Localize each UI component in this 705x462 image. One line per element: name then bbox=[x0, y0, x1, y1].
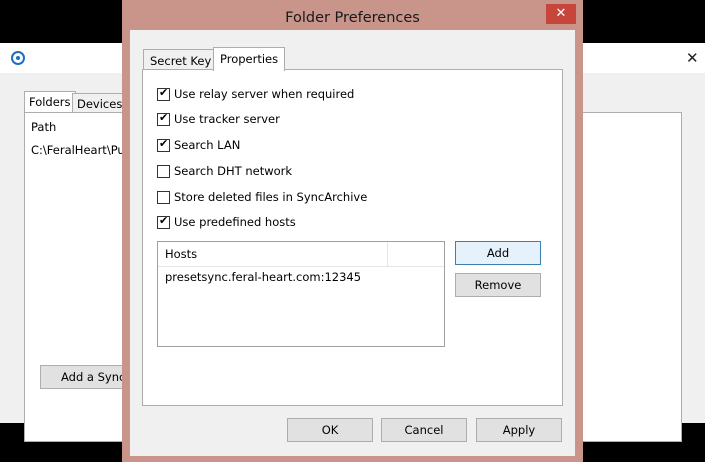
hosts-list-item[interactable]: presetsync.feral-heart.com:12345 bbox=[165, 270, 361, 284]
folder-preferences-dialog: Folder Preferences ✕ Secret Key Properti… bbox=[122, 0, 583, 462]
hosts-column-header[interactable]: Hosts bbox=[158, 242, 388, 266]
hosts-list[interactable]: Hosts presetsync.feral-heart.com:12345 bbox=[157, 241, 445, 347]
option-tracker-server[interactable]: Use tracker server bbox=[157, 111, 280, 127]
sync-app-icon bbox=[11, 51, 25, 65]
checkbox-sync-archive[interactable] bbox=[157, 190, 170, 204]
checkbox-predefined-hosts[interactable] bbox=[157, 214, 170, 229]
properties-panel: Use relay server when required Use track… bbox=[142, 69, 563, 406]
cancel-button[interactable]: Cancel bbox=[381, 418, 467, 442]
tab-secret-key[interactable]: Secret Key bbox=[143, 49, 219, 71]
checkbox-tracker-server[interactable] bbox=[157, 111, 170, 126]
checkbox-search-dht[interactable] bbox=[157, 164, 170, 178]
add-host-button[interactable]: Add bbox=[455, 241, 541, 265]
option-label: Search LAN bbox=[174, 138, 241, 152]
path-column-header[interactable]: Path bbox=[31, 120, 56, 134]
option-label: Use predefined hosts bbox=[174, 215, 296, 229]
option-label: Use tracker server bbox=[174, 112, 280, 126]
remove-host-button[interactable]: Remove bbox=[455, 273, 541, 297]
ok-button[interactable]: OK bbox=[287, 418, 373, 442]
option-label: Use relay server when required bbox=[174, 87, 355, 101]
hosts-list-header: Hosts bbox=[158, 242, 444, 267]
close-icon[interactable]: ✕ bbox=[546, 4, 576, 24]
tab-devices[interactable]: Devices bbox=[72, 93, 128, 113]
checkbox-relay-server[interactable] bbox=[157, 86, 170, 101]
folder-path-row[interactable]: C:\FeralHeart\Pul bbox=[31, 143, 128, 157]
dialog-client-area: Secret Key Properties Use relay server w… bbox=[130, 30, 575, 456]
main-close-icon[interactable]: ✕ bbox=[686, 49, 699, 67]
tab-properties[interactable]: Properties bbox=[213, 47, 286, 71]
checkbox-search-lan[interactable] bbox=[157, 137, 170, 152]
option-predefined-hosts[interactable]: Use predefined hosts bbox=[157, 214, 296, 230]
option-search-lan[interactable]: Search LAN bbox=[157, 137, 240, 153]
option-search-dht[interactable]: Search DHT network bbox=[157, 163, 292, 179]
option-relay-server[interactable]: Use relay server when required bbox=[157, 86, 354, 102]
option-label: Search DHT network bbox=[174, 164, 293, 178]
tab-folders[interactable]: Folders bbox=[24, 91, 76, 113]
apply-button[interactable]: Apply bbox=[476, 418, 562, 442]
option-sync-archive[interactable]: Store deleted files in SyncArchive bbox=[157, 189, 367, 205]
option-label: Store deleted files in SyncArchive bbox=[174, 190, 368, 204]
